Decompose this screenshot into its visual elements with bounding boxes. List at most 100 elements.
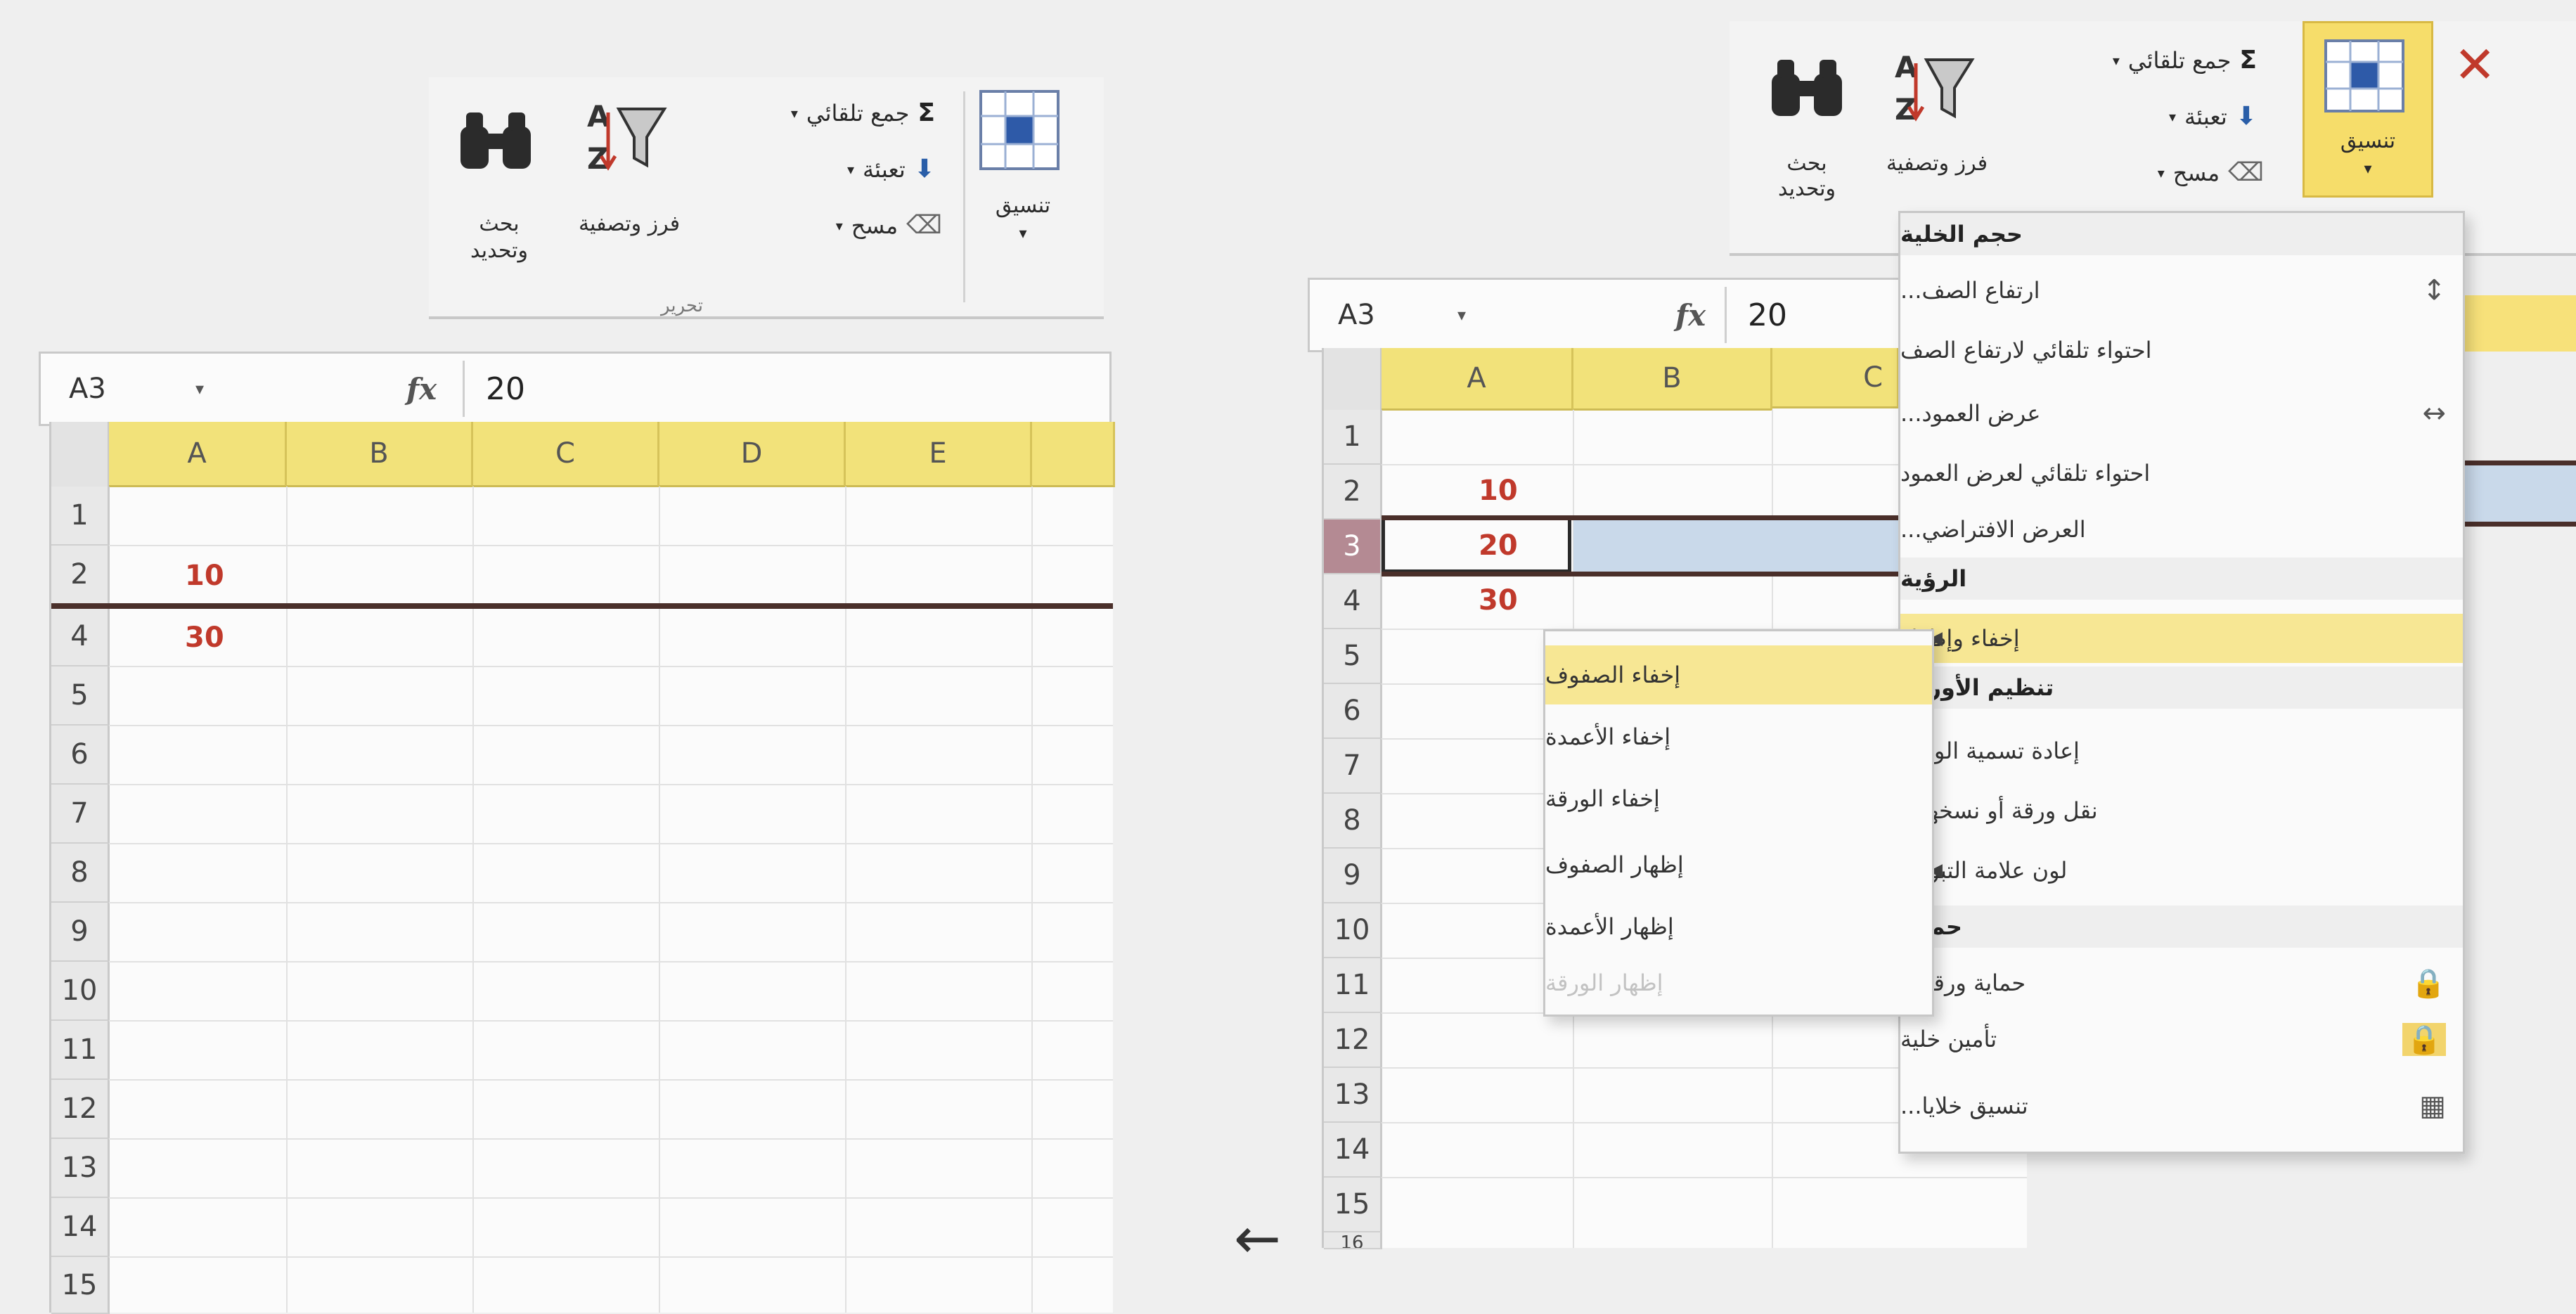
- row-header-14[interactable]: 14: [1324, 1123, 1382, 1178]
- chevron-down-icon[interactable]: ▾: [195, 379, 238, 399]
- binoculars-icon[interactable]: [450, 102, 541, 179]
- chevron-down-icon[interactable]: ▾: [1457, 305, 1500, 325]
- fx-icon[interactable]: fx: [406, 372, 463, 406]
- column-header-c[interactable]: C: [1772, 348, 1899, 408]
- menu-item-row-height[interactable]: ↕ ارتفاع الصف...: [1900, 266, 2463, 315]
- menu-item-rename-sheet[interactable]: إعادة تسمية الورقة: [1900, 726, 2463, 775]
- clear-button[interactable]: ⌫ مسح ▾: [2109, 158, 2264, 187]
- fill-button[interactable]: ⬇ تعبئة ▾: [780, 155, 935, 183]
- column-header-b[interactable]: B: [287, 422, 473, 487]
- active-cell-a3[interactable]: [1382, 517, 1571, 573]
- submenu-item-unhide-sheet: إظهار الورقة: [1545, 970, 1663, 996]
- menu-item-autofit-column[interactable]: احتواء تلقائي لعرض العمود: [1900, 449, 2463, 498]
- menu-item-move-copy[interactable]: نقل ورقة أو نسخها...: [1900, 786, 2463, 835]
- column-header-c[interactable]: C: [473, 422, 659, 487]
- sort-filter-label[interactable]: فرز وتصفية: [1877, 151, 1997, 176]
- gridline: [845, 487, 846, 1313]
- column-header-d[interactable]: D: [659, 422, 846, 487]
- cell-a4[interactable]: 30: [1479, 584, 1518, 617]
- menu-item-autofit-row[interactable]: احتواء تلقائي لارتفاع الصف: [1900, 326, 2463, 375]
- format-button-label[interactable]: تنسيق: [977, 193, 1069, 218]
- row-header-6[interactable]: 6: [51, 726, 110, 785]
- format-button[interactable]: تنسيق ▾: [2303, 21, 2433, 198]
- clear-button[interactable]: ⌫ مسح ▾: [787, 211, 942, 240]
- submenu-item-hide-rows[interactable]: إخفاء الصفوف: [1545, 645, 1932, 704]
- submenu-item-unhide-rows[interactable]: إظهار الصفوف: [1545, 835, 1932, 894]
- row-header-4[interactable]: 4: [1324, 574, 1382, 629]
- format-cells-icon: [2322, 37, 2407, 117]
- fx-icon[interactable]: fx: [1675, 298, 1725, 333]
- row-header-1[interactable]: 1: [1324, 410, 1382, 465]
- name-box[interactable]: A3: [1310, 299, 1457, 331]
- menu-item-format-cells[interactable]: ▦ تنسيق خلايا...: [1900, 1081, 2463, 1131]
- row-header-3[interactable]: 3: [1324, 520, 1382, 574]
- row-header-12[interactable]: 12: [1324, 1013, 1382, 1068]
- binoculars-icon[interactable]: [1761, 49, 1853, 127]
- row-header-8[interactable]: 8: [1324, 794, 1382, 849]
- select-all-corner[interactable]: [51, 422, 110, 489]
- row-header-9[interactable]: 9: [1324, 849, 1382, 903]
- row-header-15[interactable]: 15: [1324, 1178, 1382, 1232]
- formula-input[interactable]: 20: [1748, 297, 1787, 333]
- row-header-13[interactable]: 13: [51, 1139, 110, 1198]
- menu-section-organize-sheets: تنظيم الأوراق: [1900, 666, 2463, 709]
- autosum-button[interactable]: Σ جمع تلقائي ▾: [2025, 46, 2257, 75]
- chevron-down-icon: ▾: [2168, 108, 2177, 125]
- column-header-b[interactable]: B: [1573, 348, 1772, 411]
- submenu-item-hide-columns[interactable]: إخفاء الأعمدة: [1545, 707, 1932, 766]
- row-header-2[interactable]: 2: [1324, 465, 1382, 520]
- sort-filter-label[interactable]: فرز وتصفية: [569, 211, 689, 238]
- find-select-label[interactable]: بحث وتحديد: [450, 211, 548, 264]
- autofit-row-label: احتواء تلقائي لارتفاع الصف: [1900, 337, 2152, 363]
- cell-a2[interactable]: 10: [1479, 475, 1518, 507]
- row-header-7[interactable]: 7: [51, 785, 110, 844]
- sort-filter-icon[interactable]: AZ: [577, 98, 675, 176]
- sort-filter-icon[interactable]: AZ: [1884, 49, 1983, 127]
- formula-input[interactable]: 20: [486, 371, 525, 407]
- column-header-a[interactable]: A: [1382, 348, 1573, 411]
- column-header-a[interactable]: A: [109, 422, 287, 487]
- row-header-7[interactable]: 7: [1324, 739, 1382, 794]
- menu-item-column-width[interactable]: ↔ عرض العمود...: [1900, 389, 2463, 438]
- row-header-10[interactable]: 10: [51, 962, 110, 1021]
- row-header-12[interactable]: 12: [51, 1080, 110, 1139]
- menu-item-tab-color[interactable]: ◀ لون علامة التبويب: [1900, 846, 2463, 895]
- column-header-f[interactable]: [1032, 422, 1115, 487]
- row-header-2[interactable]: 2: [51, 546, 110, 605]
- row-header-11[interactable]: 11: [1324, 958, 1382, 1013]
- menu-item-protect-sheet[interactable]: 🔒 حماية ورقة...: [1900, 958, 2463, 1007]
- delete-cells-icon[interactable]: ✕: [2454, 35, 2496, 94]
- row-header-6[interactable]: 6: [1324, 684, 1382, 739]
- row-header-5[interactable]: 5: [51, 666, 110, 726]
- cell-a3[interactable]: 20: [1479, 529, 1518, 562]
- format-cells-icon[interactable]: [974, 84, 1065, 176]
- submenu-item-unhide-columns[interactable]: إظهار الأعمدة: [1545, 897, 1932, 956]
- autosum-button[interactable]: Σ جمع تلقائي ▾: [703, 98, 935, 127]
- cell-a4[interactable]: 30: [185, 621, 224, 654]
- menu-item-default-width[interactable]: العرض الافتراضي...: [1900, 505, 2463, 554]
- row-header-8[interactable]: 8: [51, 844, 110, 903]
- fill-button[interactable]: ⬇ تعبئة ▾: [2102, 102, 2257, 131]
- menu-item-hide-unhide[interactable]: ◀ إخفاء وإظهار: [1900, 614, 2463, 663]
- menu-item-lock-cell[interactable]: 🔒 تأمين خلية: [1900, 1015, 2463, 1064]
- row-header-13[interactable]: 13: [1324, 1068, 1382, 1123]
- row-header-16[interactable]: 16: [1324, 1232, 1382, 1249]
- select-all-corner[interactable]: [1324, 348, 1382, 412]
- row-header-15[interactable]: 15: [51, 1257, 110, 1314]
- row-header-1[interactable]: 1: [51, 487, 110, 546]
- find-select-label[interactable]: بحث وتحديد: [1758, 151, 1856, 202]
- row-header-14[interactable]: 14: [51, 1198, 110, 1257]
- ribbon-separator: [963, 91, 965, 302]
- row-header-11[interactable]: 11: [51, 1021, 110, 1080]
- submenu-item-hide-sheet[interactable]: إخفاء الورقة: [1545, 769, 1932, 828]
- editing-group-label: تحرير: [661, 295, 703, 316]
- gridline: [109, 843, 1113, 844]
- row-header-10[interactable]: 10: [1324, 903, 1382, 958]
- format-button-label: تنسيق: [2340, 129, 2396, 153]
- name-box[interactable]: A3: [41, 373, 195, 405]
- cell-a2[interactable]: 10: [185, 560, 224, 592]
- row-header-5[interactable]: 5: [1324, 629, 1382, 684]
- row-header-4[interactable]: 4: [51, 607, 110, 666]
- column-header-e[interactable]: E: [846, 422, 1032, 487]
- row-header-9[interactable]: 9: [51, 903, 110, 962]
